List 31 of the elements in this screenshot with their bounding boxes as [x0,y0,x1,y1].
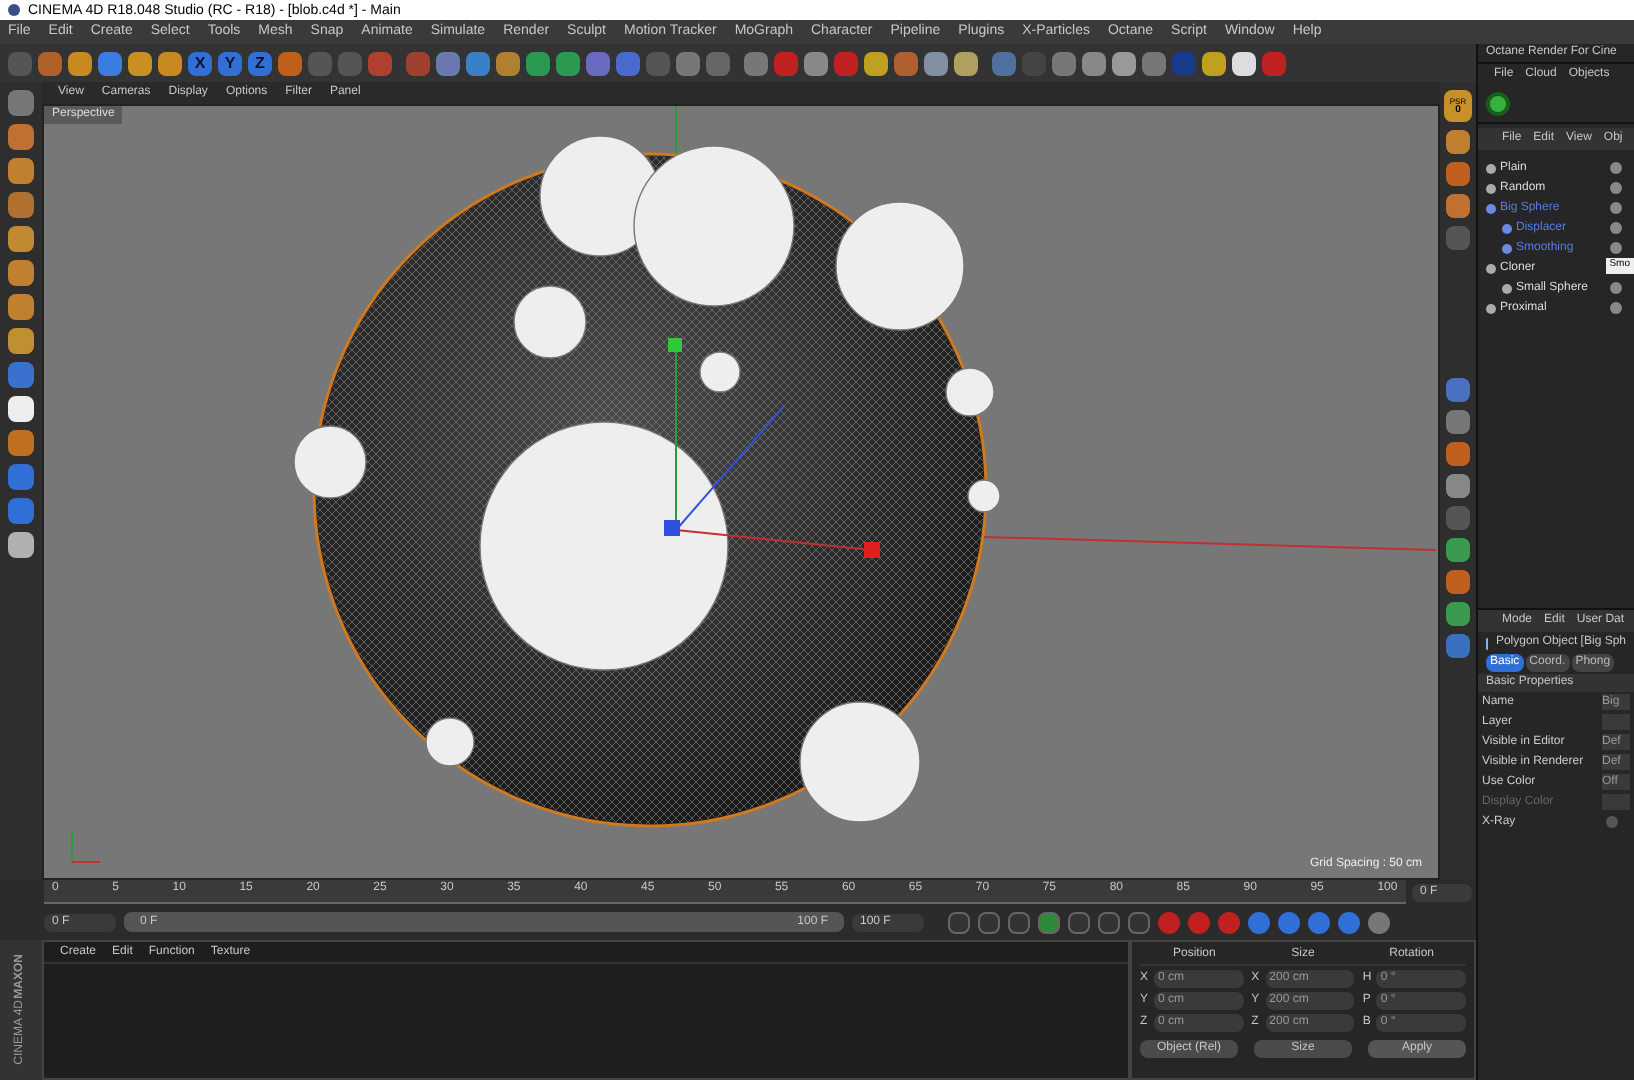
transport-button[interactable] [1008,911,1030,933]
world-axis-icon [71,829,101,863]
tool-icon[interactable] [864,51,888,75]
transport-button[interactable] [948,911,970,933]
tool-icon[interactable] [8,396,34,422]
record-button[interactable] [1218,911,1240,933]
record-button[interactable] [1248,911,1270,933]
axis-gizmo-drawing[interactable] [664,338,880,558]
transport-button[interactable] [1098,911,1120,933]
record-button[interactable] [1158,911,1180,933]
axis-button[interactable]: Z [248,51,272,75]
record-button[interactable] [1188,911,1210,933]
axis-button[interactable]: X [188,51,212,75]
tool-icon[interactable] [1202,51,1226,75]
transport-button[interactable] [1038,911,1060,933]
transport-button[interactable] [1068,911,1090,933]
transport-button[interactable] [978,911,1000,933]
sphere-mesh-drawing[interactable] [293,135,1001,828]
record-button[interactable] [1338,911,1360,933]
octane-logo-icon[interactable] [1486,91,1510,115]
axis-button[interactable]: Y [218,51,242,75]
transport-button[interactable] [1128,911,1150,933]
record-button[interactable] [1278,911,1300,933]
app-icon [8,4,20,16]
tool-icon[interactable] [1232,51,1256,75]
tool-icon[interactable] [8,328,34,354]
checkbox[interactable] [1606,816,1618,828]
tool-icon[interactable] [8,532,34,558]
tool-icon[interactable] [954,51,978,75]
record-button[interactable] [1308,911,1330,933]
record-button[interactable] [1368,911,1390,933]
